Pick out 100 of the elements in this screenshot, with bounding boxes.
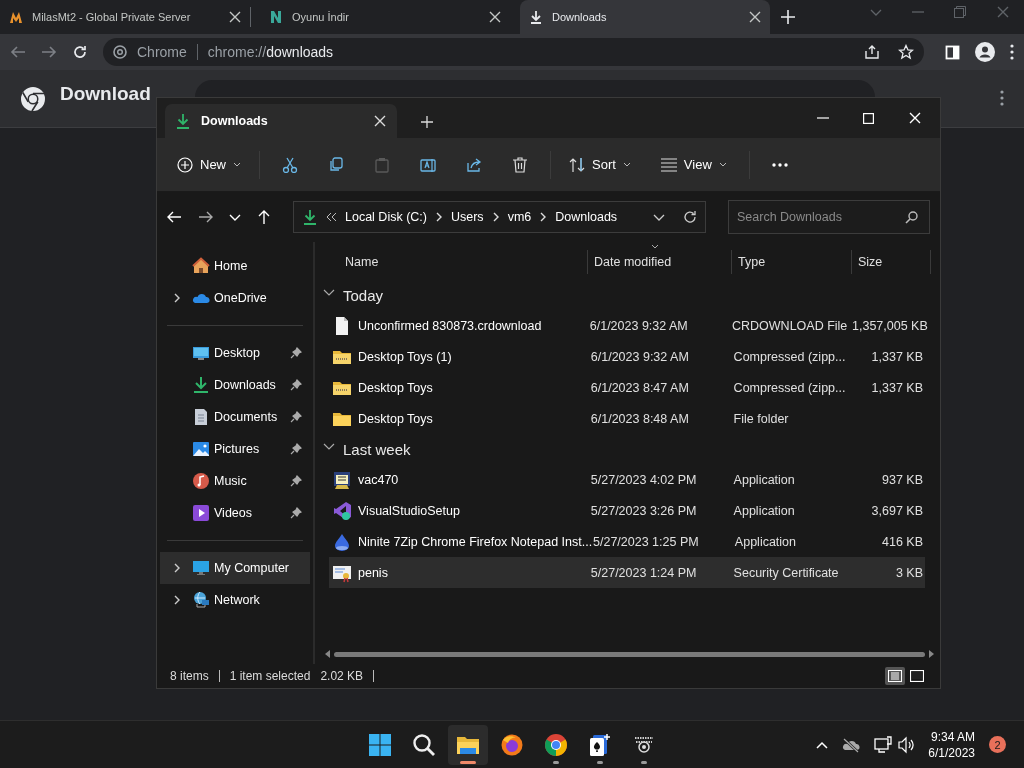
file-row[interactable]: Unconfirmed 830873.crdownload 6/1/2023 9:32 AM CRDOWNLOAD File 1,357,005 KB	[329, 310, 925, 341]
installer-icon	[332, 500, 352, 521]
search-field[interactable]: Search Downloads	[728, 200, 930, 234]
file-row[interactable]: Ninite 7Zip Chrome Firefox Notepad Inst...5/27/2023 1:25 PM Application 416 KB	[329, 526, 925, 557]
sidebar-item[interactable]: Desktop	[160, 337, 310, 369]
share-icon[interactable]	[864, 44, 880, 60]
pin-icon[interactable]	[290, 507, 302, 519]
network-icon[interactable]	[874, 735, 893, 753]
sidebar-item[interactable]: Network	[160, 584, 310, 616]
chevron-icon[interactable]	[173, 595, 181, 605]
chevron-icon[interactable]	[173, 293, 181, 303]
desktop-icon	[192, 344, 210, 362]
chevron-icon[interactable]	[653, 213, 665, 221]
back-icon[interactable]	[167, 210, 182, 224]
sidebar-item[interactable]: OneDrive	[160, 282, 310, 314]
column-header[interactable]: Size	[858, 255, 883, 269]
breadcrumb[interactable]: Local Disk (C:)	[345, 210, 427, 224]
address-bar[interactable]: Chrome chrome://downloads	[103, 38, 924, 66]
chevron-icon[interactable]	[492, 212, 499, 222]
file-row[interactable]: Desktop Toys (1) 6/1/2023 9:32 AM Compressed (zipp... 1,337 KB	[329, 341, 925, 372]
cloud-off-icon[interactable]	[842, 736, 861, 753]
cards-icon[interactable]	[588, 732, 612, 757]
pin-icon[interactable]	[290, 443, 302, 455]
window-tab[interactable]: Downloads	[165, 104, 397, 138]
file-row[interactable]: penis 5/27/2023 1:24 PM Security Certificate 3 KB	[329, 557, 925, 588]
star-icon[interactable]	[898, 44, 914, 60]
type-cell-text: Application	[733, 534, 797, 549]
more-icon[interactable]	[771, 162, 788, 167]
caret-icon	[718, 162, 727, 167]
pin-icon[interactable]	[290, 347, 302, 359]
date-cell-text: 5/27/2023 1:24 PM	[589, 565, 698, 580]
search-icon[interactable]	[412, 732, 436, 757]
copy-icon[interactable]	[328, 156, 344, 173]
close-icon[interactable]	[488, 10, 502, 24]
file-row[interactable]: VisualStudioSetup 5/27/2023 3:26 PM Application 3,697 KB	[329, 495, 925, 526]
type-cell-text: Application	[732, 472, 796, 487]
chevron-icon[interactable]	[173, 563, 181, 573]
search-field[interactable]	[194, 80, 875, 97]
view-button[interactable]: View	[652, 148, 735, 181]
breadcrumb[interactable]: Users	[450, 210, 484, 224]
sidebar-item[interactable]: Documents	[160, 401, 310, 433]
details-view-button[interactable]	[885, 667, 905, 685]
reload-icon[interactable]	[72, 44, 88, 60]
file-row[interactable]: Desktop Toys 6/1/2023 8:48 AM File folder	[329, 403, 925, 434]
side-panel-icon[interactable]	[945, 44, 960, 60]
pin-icon[interactable]	[290, 475, 302, 487]
new-button[interactable]: New	[169, 148, 249, 181]
sort-button[interactable]: Sort	[561, 148, 639, 181]
sidebar-item[interactable]: Home	[160, 250, 310, 282]
maximize-icon[interactable]	[863, 112, 874, 124]
column-header[interactable]: Name	[345, 255, 379, 269]
chevron-icon[interactable]	[540, 212, 547, 222]
column-header[interactable]: Date modified	[594, 255, 672, 269]
file-row[interactable]: vac470 5/27/2023 4:02 PM Application 937 KB	[329, 464, 925, 495]
file-row[interactable]: Desktop Toys 6/1/2023 8:47 AM Compressed (zipp... 1,337 KB	[329, 372, 925, 403]
volume-icon[interactable]	[898, 735, 915, 754]
close-icon[interactable]	[748, 10, 762, 24]
type-cell-text: Security Certificate	[732, 565, 840, 580]
sidebar-item[interactable]: Videos	[160, 497, 310, 529]
browser-tab[interactable]: Downloads	[520, 0, 770, 34]
close-icon[interactable]	[228, 10, 242, 24]
sidebar-item[interactable]: Music	[160, 465, 310, 497]
scroll-right-icon[interactable]	[929, 650, 934, 658]
up-icon[interactable]	[257, 209, 271, 225]
browser-icon[interactable]	[544, 732, 568, 757]
breadcrumb[interactable]: vm6	[507, 210, 532, 224]
menu-icon[interactable]	[1010, 44, 1014, 60]
share-icon[interactable]	[466, 156, 482, 173]
forward-icon[interactable]	[198, 210, 213, 224]
chevron-icon[interactable]	[435, 212, 442, 222]
new-tab-icon[interactable]	[421, 116, 433, 128]
caret-icon[interactable]	[870, 8, 882, 16]
address-bar[interactable]: Local Disk (C:) Users vm6 Downloads	[293, 201, 706, 233]
show-hidden-icon[interactable]	[816, 740, 829, 749]
sidebar-item[interactable]: My Computer	[160, 552, 310, 584]
menu-icon[interactable]	[1000, 90, 1004, 106]
scroll-left-icon[interactable]	[325, 650, 330, 658]
browser-icon[interactable]	[500, 732, 524, 757]
browser-tab[interactable]: MilasMt2 - Global Private Server	[0, 0, 250, 34]
refresh-icon[interactable]	[683, 210, 697, 224]
column-header[interactable]: Type	[738, 255, 766, 269]
pin-icon[interactable]	[290, 411, 302, 423]
notification-badge[interactable]: 2	[989, 736, 1006, 753]
breadcrumb[interactable]: Downloads	[555, 210, 618, 224]
profile-icon[interactable]	[975, 42, 995, 62]
scrollbar-thumb[interactable]	[334, 651, 925, 657]
browser-tab[interactable]: Oyunu İndir	[260, 0, 510, 34]
delete-icon[interactable]	[512, 156, 528, 173]
restore-icon[interactable]	[954, 6, 966, 18]
overflow-icon[interactable]	[326, 212, 337, 222]
rename-icon[interactable]	[420, 156, 436, 173]
cut-icon[interactable]	[282, 156, 298, 173]
sidebar-item[interactable]: Downloads	[160, 369, 310, 401]
start-icon[interactable]	[368, 732, 392, 757]
file-name: VisualStudioSetup	[358, 503, 460, 518]
pin-icon[interactable]	[290, 379, 302, 391]
clock[interactable]: 9:34 AM 6/1/2023	[928, 728, 975, 761]
tiles-view-button[interactable]	[907, 667, 927, 685]
new-tab-icon[interactable]	[780, 9, 796, 25]
sidebar-item[interactable]: Pictures	[160, 433, 310, 465]
